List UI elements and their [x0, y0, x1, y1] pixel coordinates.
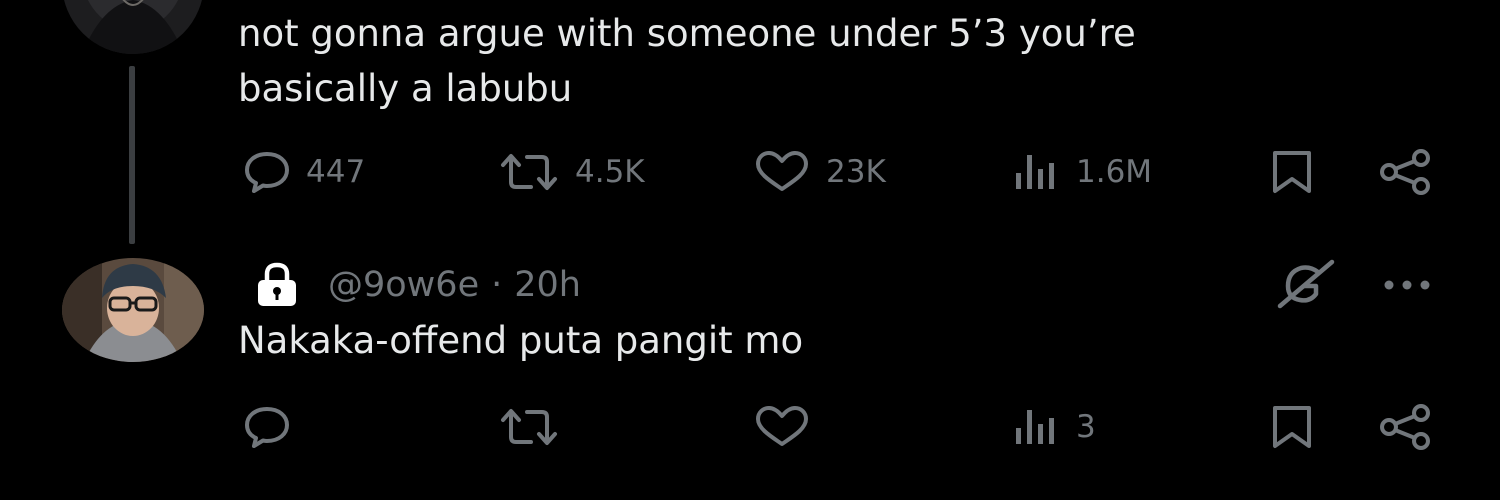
like-count: 23K: [826, 154, 886, 190]
tweet-text: Nakaka-offend puta pangit mo: [238, 319, 804, 362]
share-icon: [1380, 149, 1430, 195]
like-icon: [756, 151, 808, 191]
views-button[interactable]: 1.6M: [1010, 149, 1152, 195]
like-button[interactable]: 23K: [752, 149, 886, 195]
repost-icon: [501, 154, 557, 190]
bookmark-button[interactable]: [1269, 404, 1315, 450]
thread-connector-line: [129, 66, 135, 244]
views-count: 3: [1076, 409, 1096, 445]
repost-icon: [501, 409, 557, 445]
views-count: 1.6M: [1076, 154, 1153, 190]
share-button[interactable]: [1377, 404, 1435, 450]
lock-icon: [258, 262, 296, 306]
reply-button[interactable]: 447: [242, 149, 365, 195]
repost-button[interactable]: [497, 404, 575, 450]
repost-count: 4.5K: [575, 154, 645, 190]
meta-separator: ·: [491, 265, 503, 305]
reply-icon: [245, 152, 289, 193]
more-icon: [1384, 280, 1430, 290]
avatar[interactable]: [62, 0, 204, 54]
bookmark-icon: [1273, 151, 1311, 193]
bookmark-button[interactable]: [1269, 149, 1315, 195]
grok-button[interactable]: [1274, 258, 1338, 314]
views-button[interactable]: 3: [1010, 404, 1096, 450]
more-options-button[interactable]: [1380, 270, 1434, 304]
grok-icon: [1277, 259, 1335, 309]
share-button[interactable]: [1377, 149, 1435, 195]
tweet-text: not gonna argue with someone under 5’3 y…: [238, 12, 1136, 110]
timestamp[interactable]: 20h: [514, 265, 581, 305]
reply-button[interactable]: [242, 404, 306, 450]
views-icon: [1016, 410, 1054, 444]
avatar[interactable]: [62, 258, 204, 362]
user-handle[interactable]: @9ow6e: [328, 265, 479, 305]
like-icon: [756, 406, 808, 446]
like-button[interactable]: [752, 404, 826, 450]
reply-icon: [245, 407, 289, 448]
repost-button[interactable]: 4.5K: [497, 149, 645, 195]
reply-count: 447: [306, 154, 366, 190]
bookmark-icon: [1273, 406, 1311, 448]
share-icon: [1380, 404, 1430, 450]
tweet-header: @9ow6e · 20h: [250, 260, 581, 310]
views-icon: [1016, 155, 1054, 189]
